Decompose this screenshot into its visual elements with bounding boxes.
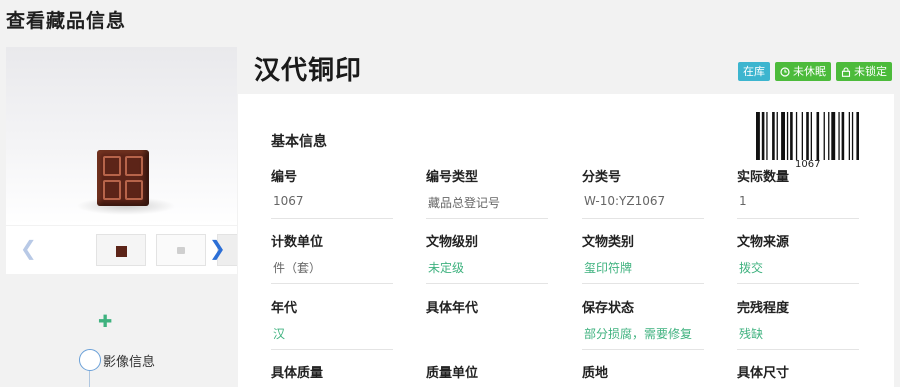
clock-icon xyxy=(780,66,790,77)
barcode-bar xyxy=(766,112,768,160)
field-label: 文物类别 xyxy=(582,235,635,250)
field-value: 藏品总登记号 xyxy=(426,194,548,219)
field-completeness: 完残程度 残缺 xyxy=(737,297,859,350)
barcode-bar xyxy=(831,112,836,160)
timeline-line xyxy=(89,371,90,387)
barcode-bar xyxy=(781,112,785,160)
barcode-bar xyxy=(851,112,854,160)
thumbnail[interactable] xyxy=(156,234,206,266)
item-title: 汉代铜印 xyxy=(254,56,363,86)
status-badges: 在库 未休眠 未锁定 xyxy=(738,62,892,81)
field-value xyxy=(426,325,548,350)
field-material: 质地 xyxy=(582,362,704,381)
thumbnail-strip: ❮ ❯ xyxy=(6,226,237,274)
lock-icon xyxy=(841,66,851,77)
field-mass-unit: 质量单位 xyxy=(426,362,548,381)
field-value: 件（套） xyxy=(271,259,393,284)
status-badge-in-stock: 在库 xyxy=(738,62,770,81)
field-code-type: 编号类型 藏品总登记号 xyxy=(426,166,548,219)
status-badge-unlocked: 未锁定 xyxy=(836,62,892,81)
field-era: 年代 汉 xyxy=(271,297,393,350)
field-specific-mass: 具体质量 xyxy=(271,362,393,381)
barcode-bar xyxy=(838,112,840,160)
barcode-bar xyxy=(776,112,778,160)
field-value[interactable]: 汉 xyxy=(271,325,393,350)
field-specific-era: 具体年代 xyxy=(426,297,548,350)
detail-panel: 基本信息 1067 编号 1067 编号类型 藏品总登记号 分类号 W-10:Y… xyxy=(238,94,894,387)
field-value[interactable]: 未定级 xyxy=(426,259,548,284)
barcode-bar xyxy=(816,112,820,160)
barcode-bar xyxy=(810,112,812,160)
field-label: 完残程度 xyxy=(737,301,790,316)
field-value[interactable]: 残缺 xyxy=(737,325,859,350)
barcode-bar xyxy=(786,112,789,160)
badge-label: 未锁定 xyxy=(854,65,887,78)
field-label: 文物来源 xyxy=(737,235,790,250)
section-title: 基本信息 xyxy=(271,134,327,150)
field-relic-category: 文物类别 玺印符牌 xyxy=(582,231,704,284)
timeline-node[interactable] xyxy=(79,349,101,371)
field-label: 编号类型 xyxy=(426,170,479,185)
bronze-seal-image xyxy=(97,150,149,206)
plus-icon[interactable]: ✚ xyxy=(98,312,112,332)
barcode xyxy=(756,112,859,160)
field-value: W-10:YZ1067 xyxy=(582,194,704,219)
page-title: 查看藏品信息 xyxy=(6,10,127,32)
barcode-bar xyxy=(756,112,760,160)
field-preservation-state: 保存状态 部分损腐，需要修复 xyxy=(582,297,704,350)
field-count-unit: 计数单位 件（套） xyxy=(271,231,393,284)
field-relic-source: 文物来源 拨交 xyxy=(737,231,859,284)
field-specific-size: 具体尺寸 xyxy=(737,362,859,381)
field-label: 具体质量 xyxy=(271,366,324,381)
field-actual-quantity: 实际数量 1 xyxy=(737,166,859,219)
status-badge-not-dormant: 未休眠 xyxy=(775,62,831,81)
field-label: 具体年代 xyxy=(426,301,479,316)
field-label: 实际数量 xyxy=(737,170,790,185)
field-label: 质地 xyxy=(582,366,609,381)
field-value[interactable]: 拨交 xyxy=(737,259,859,284)
barcode-bar xyxy=(761,112,765,160)
chevron-right-icon[interactable]: ❯ xyxy=(209,238,226,258)
badge-label: 在库 xyxy=(743,65,765,78)
main-image[interactable] xyxy=(6,47,237,225)
field-label: 编号 xyxy=(271,170,298,185)
field-label: 分类号 xyxy=(582,170,622,185)
thumbnail[interactable] xyxy=(96,234,146,266)
field-value[interactable]: 部分损腐，需要修复 xyxy=(582,325,704,350)
field-label: 质量单位 xyxy=(426,366,479,381)
barcode-bar xyxy=(795,112,798,160)
barcode-bar xyxy=(848,112,850,160)
field-code: 编号 1067 xyxy=(271,166,393,219)
timeline-label[interactable]: 影像信息 xyxy=(103,351,155,370)
field-class-number: 分类号 W-10:YZ1067 xyxy=(582,166,704,219)
field-label: 文物级别 xyxy=(426,235,479,250)
badge-label: 未休眠 xyxy=(793,65,826,78)
field-label: 年代 xyxy=(271,301,298,316)
barcode-bar xyxy=(806,112,809,160)
barcode-bar xyxy=(801,112,803,160)
field-label: 保存状态 xyxy=(582,301,635,316)
field-label: 计数单位 xyxy=(271,235,324,250)
field-value: 1 xyxy=(737,194,859,219)
barcode-bar xyxy=(772,112,775,160)
barcode-bar xyxy=(823,112,825,160)
field-value: 1067 xyxy=(271,194,393,219)
barcode-bar xyxy=(856,112,859,160)
field-relic-grade: 文物级别 未定级 xyxy=(426,231,548,284)
chevron-left-icon[interactable]: ❮ xyxy=(20,238,37,258)
barcode-bar xyxy=(841,112,845,160)
barcode-bar xyxy=(790,112,793,160)
barcode-bar xyxy=(828,112,830,160)
field-value[interactable]: 玺印符牌 xyxy=(582,259,704,284)
field-label: 具体尺寸 xyxy=(737,366,790,381)
